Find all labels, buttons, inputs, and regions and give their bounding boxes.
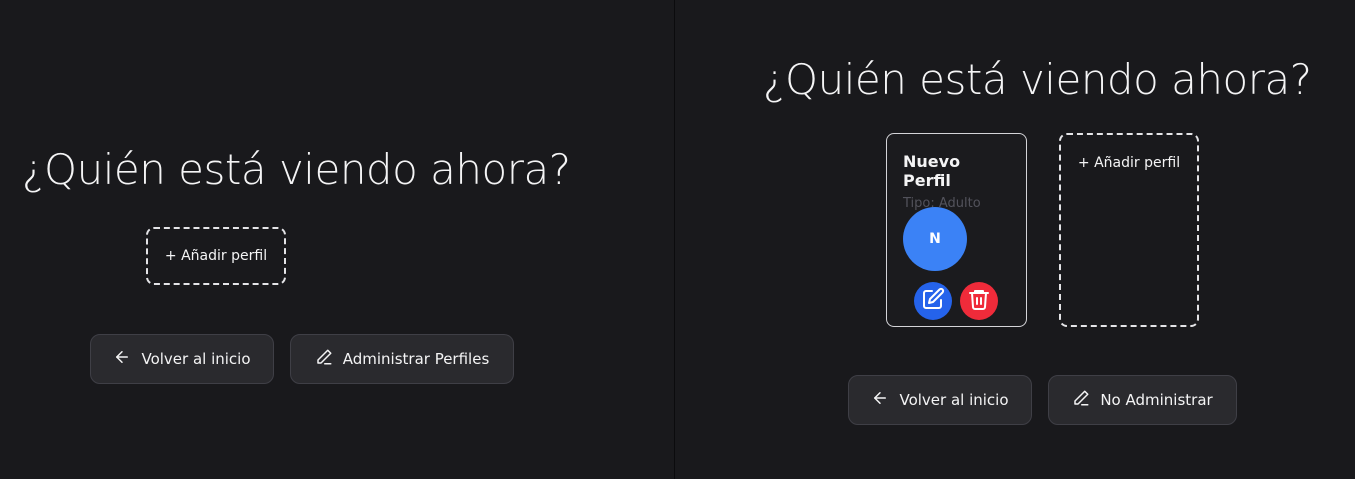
profile-name: Nuevo Perfil	[903, 152, 961, 190]
pencil-icon	[315, 348, 333, 370]
page-title: ¿Quién está viendo ahora?	[22, 145, 571, 194]
profile-management-panel: ¿Quién está viendo ahora? Nuevo Perfil T…	[675, 0, 1355, 479]
pencil-icon	[1072, 389, 1090, 411]
add-profile-button[interactable]: + Añadir perfil	[1059, 133, 1199, 327]
manage-button-label: No Administrar	[1100, 391, 1213, 409]
back-to-home-button[interactable]: Volver al inicio	[90, 334, 274, 384]
manage-profiles-button[interactable]: Administrar Perfiles	[290, 334, 514, 384]
profile-card[interactable]: Nuevo Perfil Tipo: Adulto N	[886, 133, 1027, 327]
edit-profile-button[interactable]	[914, 282, 952, 320]
edit-icon	[921, 287, 945, 315]
delete-profile-button[interactable]	[960, 282, 998, 320]
back-button-label: Volver al inicio	[899, 391, 1009, 409]
trash-icon	[967, 287, 991, 315]
arrow-left-icon	[113, 348, 131, 370]
manage-button-label: Administrar Perfiles	[342, 350, 490, 368]
avatar[interactable]: N	[903, 207, 967, 271]
stop-managing-button[interactable]: No Administrar	[1048, 375, 1237, 425]
add-profile-button[interactable]: + Añadir perfil	[146, 227, 286, 285]
page-title: ¿Quién está viendo ahora?	[763, 55, 1312, 104]
profile-selection-panel: ¿Quién está viendo ahora? + Añadir perfi…	[0, 0, 674, 479]
arrow-left-icon	[871, 389, 889, 411]
back-button-label: Volver al inicio	[141, 350, 251, 368]
back-to-home-button[interactable]: Volver al inicio	[848, 375, 1032, 425]
profile-type: Tipo: Adulto	[903, 196, 981, 211]
